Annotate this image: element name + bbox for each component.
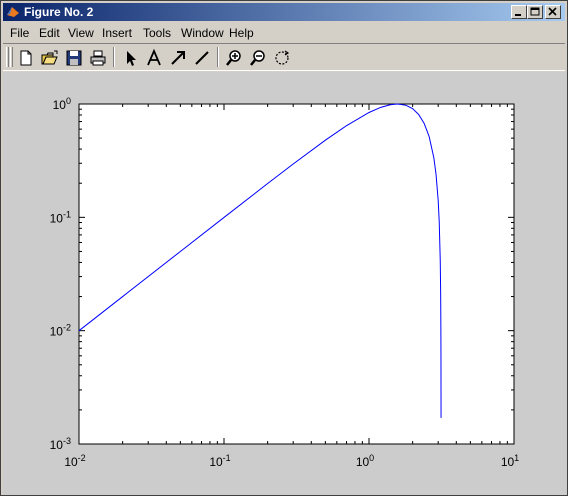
- x-tick-label: 10-1: [209, 453, 230, 469]
- toolbar-separator: [113, 47, 115, 67]
- open-file-button[interactable]: [40, 48, 60, 68]
- y-tick-labels: 10-310-210-1100: [50, 96, 71, 452]
- insert-line-button[interactable]: [192, 48, 212, 68]
- x-tick-label-base: 10: [501, 455, 515, 469]
- print-button[interactable]: [88, 48, 108, 68]
- menu-window[interactable]: Window: [181, 26, 224, 40]
- close-icon: [548, 7, 557, 16]
- y-tick-label-base: 10: [53, 98, 67, 112]
- select-arrow-icon: [127, 51, 136, 66]
- x-tick-label-exponent: 1: [514, 453, 519, 463]
- save-icon: [66, 50, 82, 66]
- insert-line-icon: [195, 51, 209, 65]
- y-tick-label-base: 10: [50, 211, 64, 225]
- new-figure-button[interactable]: [16, 48, 36, 68]
- toolbar-separator-2: [217, 47, 219, 67]
- new-file-icon: [20, 50, 32, 66]
- insert-arrow-icon: [171, 51, 185, 65]
- save-button[interactable]: [64, 48, 84, 68]
- y-tick-label-base: 10: [50, 325, 64, 339]
- insert-text-icon: [147, 48, 161, 66]
- x-tick-label-exponent: 0: [369, 453, 374, 463]
- y-tick-label-exponent: 0: [66, 96, 71, 106]
- x-tick-label: 101: [501, 453, 519, 469]
- menu-view[interactable]: View: [68, 26, 94, 40]
- zoom-in-icon: [226, 50, 241, 66]
- menu-file[interactable]: File: [10, 26, 29, 40]
- maximize-icon: [530, 7, 540, 16]
- figure-canvas[interactable]: 10-2 10-1 100 101 10-3 10-2 10-1 100: [3, 72, 567, 495]
- x-tick-label-exponent: -2: [78, 453, 86, 463]
- menu-insert[interactable]: Insert: [102, 26, 132, 40]
- zoom-out-button[interactable]: [248, 48, 268, 68]
- insert-arrow-button[interactable]: [168, 48, 188, 68]
- rotate-3d-button[interactable]: [272, 48, 292, 68]
- y-tick-label-base: 10: [50, 438, 64, 452]
- y-tick-label-exponent: -2: [63, 323, 71, 333]
- window-title: Figure No. 2: [24, 5, 94, 19]
- insert-text-button[interactable]: [144, 48, 164, 68]
- log-log-plot[interactable]: 10-2 10-1 100 101 10-310-210-1100: [3, 72, 567, 495]
- y-tick-label: 10-1: [50, 209, 71, 225]
- x-tick-label-base: 10: [356, 455, 370, 469]
- print-icon: [90, 50, 106, 66]
- figure-toolbar: [3, 43, 565, 71]
- edit-plot-button[interactable]: [120, 48, 140, 68]
- y-tick-label: 10-2: [50, 323, 71, 339]
- x-tick-label-base: 10: [64, 455, 78, 469]
- menu-bar: File Edit View Insert Tools Window Help: [3, 23, 565, 43]
- menu-tools[interactable]: Tools: [143, 26, 171, 40]
- y-tick-label-exponent: -3: [63, 436, 71, 446]
- x-tick-label: 10-2: [64, 453, 85, 469]
- minimize-button[interactable]: [511, 5, 527, 19]
- close-button[interactable]: [545, 5, 561, 19]
- axes-box[interactable]: [78, 103, 515, 445]
- toolbar-grip[interactable]: [6, 47, 9, 67]
- figure-window: Figure No. 2 File Edit View Insert Tools…: [0, 0, 568, 496]
- open-folder-icon: [41, 50, 58, 65]
- minimize-icon: [515, 14, 521, 16]
- y-tick-label: 10-3: [50, 436, 71, 452]
- y-tick-label: 100: [53, 96, 71, 112]
- matlab-logo-icon: [7, 7, 19, 17]
- rotate-3d-icon: [275, 50, 290, 65]
- toolbar-grip-2[interactable]: [10, 47, 13, 67]
- x-tick-label: 100: [356, 453, 374, 469]
- title-bar[interactable]: Figure No. 2: [3, 3, 565, 21]
- zoom-out-icon: [250, 50, 265, 66]
- x-tick-labels: 10-2 10-1 100 101: [64, 453, 519, 469]
- x-tick-label-base: 10: [209, 455, 223, 469]
- zoom-in-button[interactable]: [224, 48, 244, 68]
- menu-help[interactable]: Help: [229, 26, 254, 40]
- y-tick-label-exponent: -1: [63, 209, 71, 219]
- menu-edit[interactable]: Edit: [39, 26, 60, 40]
- x-tick-label-exponent: -1: [223, 453, 231, 463]
- maximize-button[interactable]: [527, 5, 543, 19]
